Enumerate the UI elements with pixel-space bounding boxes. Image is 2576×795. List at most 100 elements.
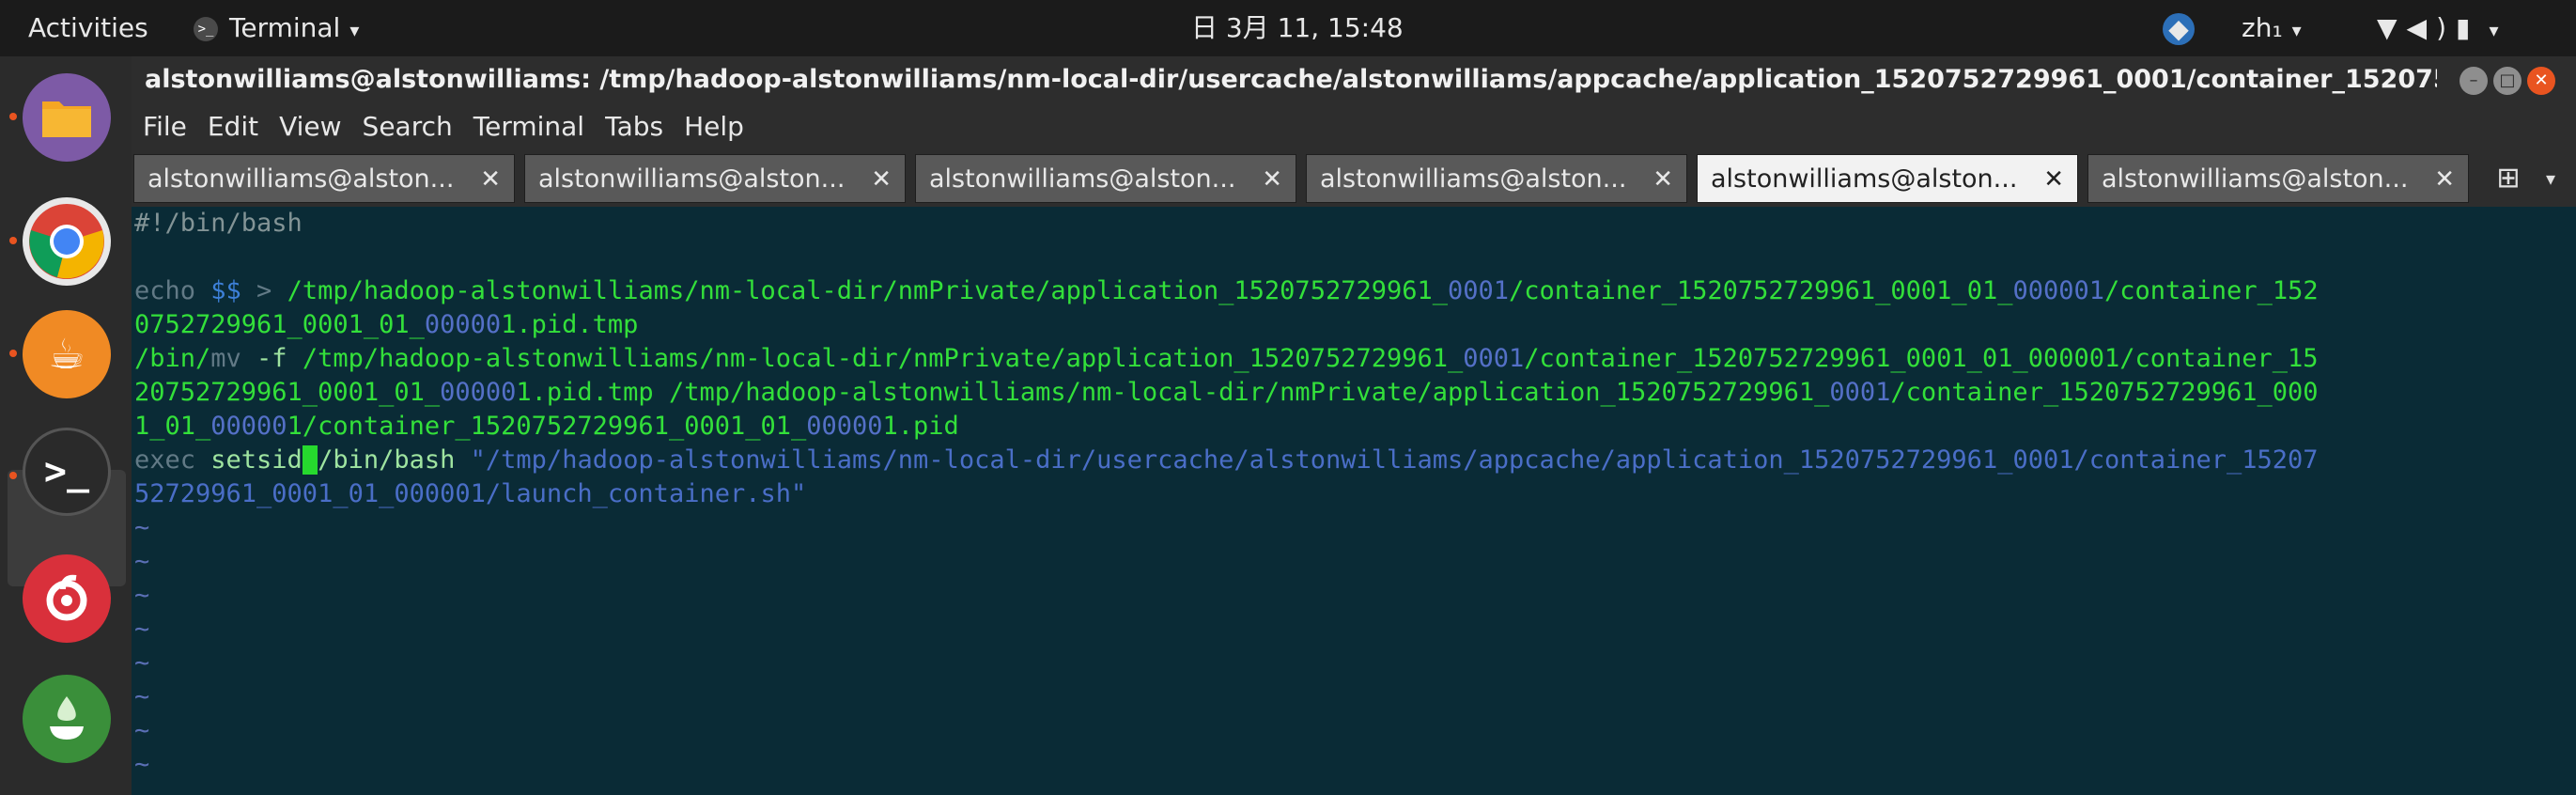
close-icon[interactable]: ✕: [871, 155, 892, 204]
terminal-line: ~: [134, 545, 2556, 579]
maximize-button[interactable]: □: [2493, 67, 2522, 95]
running-indicator: [9, 350, 17, 357]
terminal-text[interactable]: #!/bin/bash echo $$ > /tmp/hadoop-alstonw…: [134, 207, 2556, 782]
tab-4[interactable]: alstonwilliams@alston... ✕: [1306, 154, 1687, 203]
terminal-token: 1.pid: [882, 412, 959, 441]
close-icon[interactable]: ✕: [1262, 155, 1282, 204]
java-launcher[interactable]: ☕: [23, 310, 111, 398]
terminal-line: 52729961_0001_01_000001/launch_container…: [134, 477, 2556, 511]
music-icon: [46, 574, 87, 621]
chevron-down-icon[interactable]: ▾: [2537, 160, 2565, 197]
minimize-icon: –: [2469, 70, 2478, 90]
terminal-token: #!/bin/bash: [134, 209, 303, 238]
terminal-token: 1.pid.tmp: [501, 310, 639, 339]
chrome-launcher[interactable]: [23, 197, 111, 286]
chevron-down-icon: ▾: [2489, 19, 2508, 41]
terminal-token: ~: [134, 513, 150, 542]
running-indicator: [9, 237, 17, 244]
top-panel: Activities >_ Terminal ▾ 日 3月 11, 15:48 ◆ …: [0, 0, 2576, 56]
chevron-down-icon: ▾: [2291, 19, 2302, 41]
close-icon[interactable]: ✕: [2043, 155, 2064, 204]
terminal-token: $$: [210, 276, 241, 305]
terminal-token: 00000: [210, 412, 287, 441]
terminal-token: 0752729961_0001_01_: [134, 310, 425, 339]
menu-view[interactable]: View: [279, 103, 341, 150]
tab-6[interactable]: alstonwilliams@alston... ✕: [2087, 154, 2469, 203]
tab-label: alstonwilliams@alston...: [147, 164, 455, 194]
netease-music-launcher[interactable]: [23, 554, 111, 643]
menu-help[interactable]: Help: [684, 103, 744, 150]
terminal-line: exec setsid /bin/bash "/tmp/hadoop-alsto…: [134, 444, 2556, 477]
terminal-token: 0001: [1829, 378, 1891, 407]
system-menu[interactable]: ▼◀)▮ ▾: [2377, 0, 2507, 56]
terminal-token: echo: [134, 276, 211, 305]
terminal-token: "/tmp/hadoop-alstonwilliams/nm-local-dir…: [470, 445, 2319, 475]
tab-label: alstonwilliams@alston...: [538, 164, 846, 194]
terminal-token: /container_1520752729961_0001_01_: [1509, 276, 2013, 305]
input-method-label: zh₁: [2242, 12, 2283, 43]
terminal-line: ~: [134, 579, 2556, 613]
terminal-token: 000001: [2012, 276, 2105, 305]
terminal-token: /bin/bash: [318, 445, 471, 475]
terminal-view[interactable]: #!/bin/bash echo $$ > /tmp/hadoop-alstonw…: [132, 207, 2576, 795]
menu-terminal[interactable]: Terminal: [473, 103, 584, 150]
tab-bar: alstonwilliams@alston... ✕ alstonwilliam…: [132, 150, 2576, 207]
tab-label: alstonwilliams@alston...: [2102, 164, 2409, 194]
update-indicator-icon[interactable]: ◆: [2163, 13, 2195, 45]
terminal-token: /container_1520752729961_0001_01_000001/…: [1524, 344, 2319, 373]
volume-icon: ◀): [2406, 12, 2457, 43]
terminal-window: alstonwilliams@alstonwilliams: /tmp/hado…: [132, 56, 2576, 795]
folder-icon: [42, 101, 91, 137]
terminal-line: ~: [134, 647, 2556, 680]
tab-5[interactable]: alstonwilliams@alston... ✕: [1697, 154, 2078, 203]
input-method-menu[interactable]: zh₁ ▾: [2242, 0, 2302, 56]
terminal-line: #!/bin/bash: [134, 207, 2556, 241]
minimize-button[interactable]: –: [2460, 67, 2488, 95]
terminal-launcher[interactable]: >_: [23, 428, 111, 516]
java-icon: ☕: [48, 330, 85, 379]
terminal-token: 52729961_0001_01_000001/launch_container…: [134, 479, 807, 508]
close-icon[interactable]: ✕: [480, 155, 501, 204]
scrollbar[interactable]: [2565, 207, 2576, 795]
terminal-token: ~: [134, 547, 150, 576]
terminal-token: 20752729961_0001_01_: [134, 378, 441, 407]
dock: ☕ >_: [0, 56, 132, 795]
menu-edit[interactable]: Edit: [208, 103, 258, 150]
terminal-line: 20752729961_0001_01_000001.pid.tmp /tmp/…: [134, 376, 2556, 410]
menu-file[interactable]: File: [143, 103, 187, 150]
activities-button[interactable]: Activities: [28, 0, 148, 56]
tea-launcher[interactable]: [23, 675, 111, 763]
tab-label: alstonwilliams@alston...: [1711, 164, 2018, 194]
battery-icon: ▮: [2456, 12, 2480, 43]
tab-2[interactable]: alstonwilliams@alston... ✕: [524, 154, 906, 203]
running-indicator: [9, 472, 17, 479]
close-icon[interactable]: ✕: [2434, 155, 2455, 204]
terminal-token: 00000: [424, 310, 502, 339]
tab-label: alstonwilliams@alston...: [1320, 164, 1627, 194]
terminal-token: /bin/: [134, 344, 211, 373]
title-bar[interactable]: alstonwilliams@alstonwilliams: /tmp/hado…: [132, 56, 2576, 103]
app-menu-label: Terminal: [229, 12, 341, 43]
new-tab-icon[interactable]: ⊞: [2490, 160, 2527, 197]
close-icon[interactable]: ✕: [1653, 155, 1673, 204]
close-icon: ✕: [2534, 70, 2549, 90]
app-menu[interactable]: >_ Terminal ▾: [194, 0, 359, 56]
window-title: alstonwilliams@alstonwilliams: /tmp/hado…: [145, 65, 2437, 94]
terminal-line: 0752729961_0001_01_000001.pid.tmp: [134, 308, 2556, 342]
running-indicator: [9, 113, 17, 120]
menu-search[interactable]: Search: [363, 103, 453, 150]
tab-3[interactable]: alstonwilliams@alston... ✕: [915, 154, 1296, 203]
terminal-token: /tmp/hadoop-alstonwilliams/nm-local-dir/…: [287, 276, 1448, 305]
menu-tabs[interactable]: Tabs: [605, 103, 663, 150]
tab-label: alstonwilliams@alston...: [929, 164, 1236, 194]
clock[interactable]: 日 3月 11, 15:48: [1191, 0, 1404, 56]
terminal-token: 00000: [806, 412, 883, 441]
tab-1[interactable]: alstonwilliams@alston... ✕: [133, 154, 515, 203]
wifi-icon: ▼: [2377, 12, 2407, 43]
terminal-token: 00000: [440, 378, 517, 407]
files-launcher[interactable]: [23, 73, 111, 162]
terminal-token: 1.pid.tmp /tmp/hadoop-alstonwilliams/nm-…: [516, 378, 1830, 407]
terminal-token: 0001: [1463, 344, 1525, 373]
close-button[interactable]: ✕: [2527, 67, 2555, 95]
terminal-token: /container_1520752729961_000: [1890, 378, 2319, 407]
